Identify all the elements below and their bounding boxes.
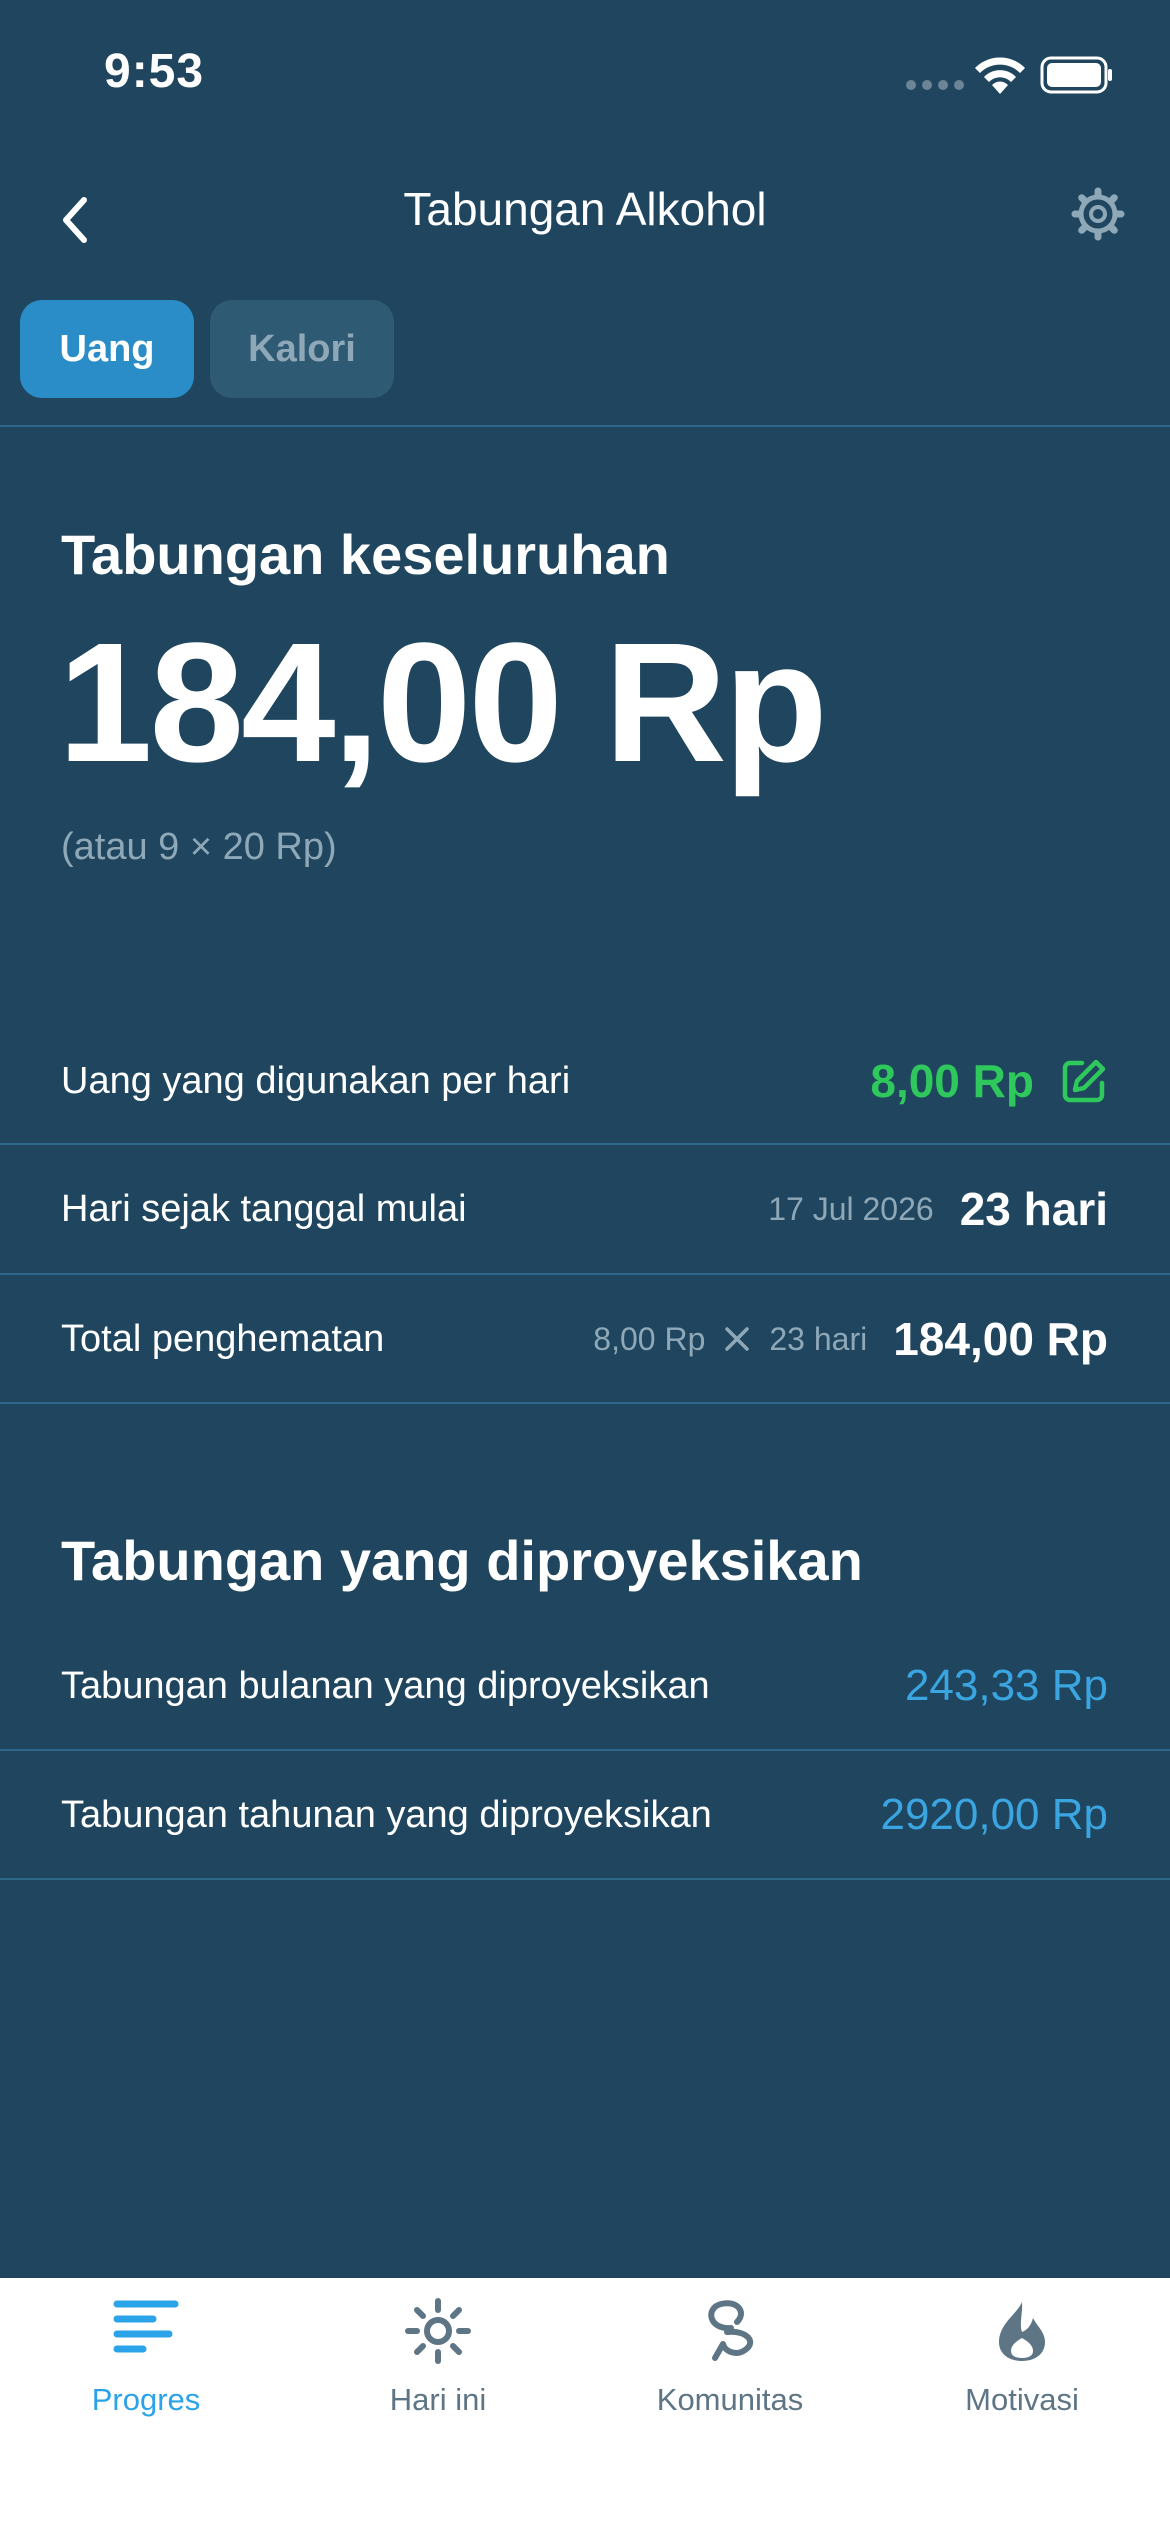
cellular-signal-icon — [906, 80, 964, 90]
divider — [0, 1878, 1170, 1880]
navigation-bar: Tabungan Alkohol — [0, 170, 1170, 270]
tabbar-label: Motivasi — [965, 2382, 1079, 2417]
status-bar: 9:53 — [0, 0, 1170, 150]
overall-savings-value: 184,00 Rp — [58, 608, 828, 798]
tabbar-item-motivasi[interactable]: Motivasi — [876, 2278, 1168, 2438]
segment-tabs: Uang Kalori — [20, 300, 394, 398]
row-total-savings: Total penghematan 8,00 Rp 23 hari 184,00… — [0, 1275, 1170, 1403]
divider — [0, 425, 1170, 427]
battery-icon — [1040, 56, 1112, 94]
row-label: Total penghematan — [61, 1318, 385, 1360]
row-label: Tabungan bulanan yang diproyeksikan — [61, 1665, 710, 1707]
days-count: 23 hari — [959, 1183, 1108, 1235]
daily-spend-value: 8,00 Rp — [870, 1055, 1034, 1107]
total-savings-value: 184,00 Rp — [893, 1313, 1108, 1365]
divider — [0, 1402, 1170, 1404]
tabbar-item-progres[interactable]: Progres — [0, 2278, 292, 2438]
row-label: Tabungan tahunan yang diproyeksikan — [61, 1794, 712, 1836]
days-amount: 23 hari — [769, 1320, 868, 1357]
tab-uang[interactable]: Uang — [20, 300, 194, 398]
start-date: 17 Jul 2026 — [768, 1190, 934, 1227]
tab-kalori[interactable]: Kalori — [210, 300, 394, 398]
tabbar-item-komunitas[interactable]: Komunitas — [584, 2278, 876, 2438]
tabbar-label: Progres — [91, 2382, 201, 2417]
row-days-since-start: Hari sejak tanggal mulai 17 Jul 2026 23 … — [0, 1145, 1170, 1273]
monthly-projection-value: 243,33 Rp — [904, 1661, 1108, 1710]
tabbar-label: Komunitas — [656, 2382, 804, 2417]
multiply-icon — [725, 1327, 750, 1351]
daily-amount: 8,00 Rp — [593, 1320, 706, 1357]
community-icon — [708, 2300, 754, 2361]
yearly-projection-value: 2920,00 Rp — [880, 1790, 1108, 1839]
row-label: Uang yang digunakan per hari — [61, 1060, 571, 1102]
page-title: Tabungan Alkohol — [403, 183, 767, 235]
row-yearly-projection: Tabungan tahunan yang diproyeksikan 2920… — [0, 1751, 1170, 1879]
overall-savings-title: Tabungan keseluruhan — [61, 523, 670, 586]
row-monthly-projection: Tabungan bulanan yang diproyeksikan 243,… — [0, 1622, 1170, 1750]
tabbar-item-hari-ini[interactable]: Hari ini — [292, 2278, 584, 2438]
status-time: 9:53 — [104, 45, 205, 98]
flame-icon — [999, 2302, 1045, 2361]
gear-icon[interactable] — [1070, 184, 1126, 244]
row-daily-spend[interactable]: Uang yang digunakan per hari 8,00 Rp — [0, 1017, 1170, 1145]
bottom-tab-bar: Progres Hari ini Komunitas Motivasi — [0, 2278, 1170, 2532]
wifi-icon — [975, 57, 1025, 94]
progress-icon — [113, 2300, 179, 2353]
row-label: Hari sejak tanggal mulai — [61, 1188, 467, 1230]
edit-icon[interactable] — [1060, 1057, 1108, 1105]
projected-savings-title: Tabungan yang diproyeksikan — [61, 1529, 863, 1592]
overall-savings-note: (atau 9 × 20 Rp) — [61, 826, 337, 868]
tabbar-label: Hari ini — [389, 2382, 487, 2417]
sun-icon — [405, 2298, 471, 2364]
